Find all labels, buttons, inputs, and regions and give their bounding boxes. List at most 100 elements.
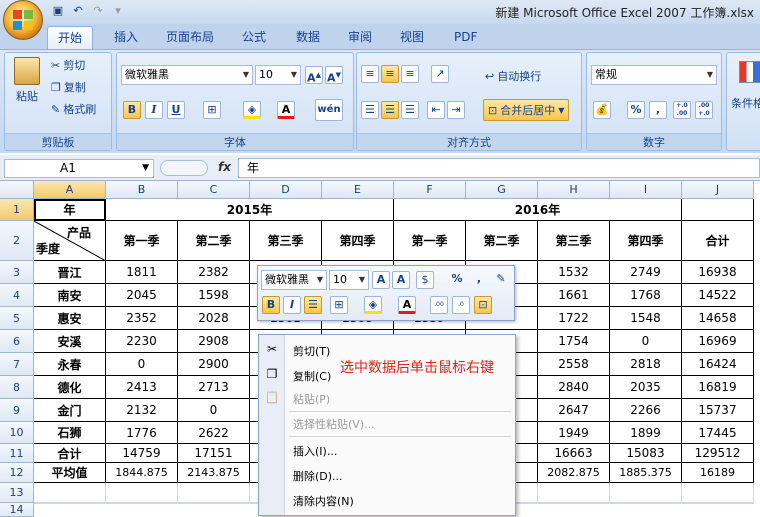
table-cell[interactable]: 2352 [106,307,178,330]
table-cell[interactable]: 1811 [106,261,178,284]
table-cell[interactable]: 1722 [538,307,610,330]
tab-2[interactable]: 页面布局 [156,26,224,49]
table-cell[interactable]: 石狮 [34,422,106,444]
align-center-icon[interactable]: ☰ [381,101,399,119]
table-cell[interactable]: 2818 [610,353,682,376]
align-top-icon[interactable]: ≡ [361,65,379,83]
font-color-icon[interactable]: A [277,101,295,119]
table-cell[interactable]: 2749 [610,261,682,284]
empty-cell[interactable] [610,483,682,503]
table-cell[interactable]: 平均值 [34,463,106,483]
row-header[interactable]: 14 [0,503,34,517]
table-cell[interactable]: 17151 [178,444,250,463]
redo-icon[interactable]: ↷ [90,3,106,19]
column-header[interactable]: C [178,181,250,199]
decrease-indent-icon[interactable]: ⇤ [427,101,445,119]
increase-indent-icon[interactable]: ⇥ [447,101,465,119]
table-cell[interactable]: 16819 [682,376,754,399]
mini-percent-button[interactable]: % [448,271,466,289]
table-cell[interactable]: 2840 [538,376,610,399]
empty-cell[interactable] [538,503,610,504]
number-format-select[interactable]: 常规 ▼ [591,65,717,85]
column-header[interactable]: D [250,181,322,199]
insert-function-icon[interactable]: fx [218,160,231,174]
table-cell[interactable]: 2713 [178,376,250,399]
align-right-icon[interactable]: ☰ [401,101,419,119]
format-painter-button[interactable]: ✎ 格式刷 [51,101,96,117]
table-cell[interactable]: 0 [106,353,178,376]
table-cell[interactable]: 2143.875 [178,463,250,483]
table-cell[interactable]: 晋江 [34,261,106,284]
table-cell[interactable]: 1949 [538,422,610,444]
table-cell[interactable]: 1776 [106,422,178,444]
table-cell[interactable]: 南安 [34,284,106,307]
save-icon[interactable]: ▣ [50,3,66,19]
cell-year-2015[interactable]: 2015年 [106,199,394,221]
column-header[interactable]: I [610,181,682,199]
align-middle-icon[interactable]: ≡ [381,65,399,83]
table-cell[interactable]: 1548 [610,307,682,330]
column-header[interactable]: A [34,181,106,199]
row-header[interactable]: 7 [0,353,34,376]
cell-year-2016[interactable]: 2016年 [394,199,682,221]
italic-button[interactable]: I [145,101,163,119]
formula-bar-resizer[interactable] [160,160,208,176]
cell-j1[interactable] [682,199,754,221]
cell-quarter-header[interactable]: 第二季 [466,221,538,261]
table-cell[interactable]: 2028 [178,307,250,330]
context-menu-item[interactable]: 选择性粘贴(V)... [293,416,375,432]
empty-cell[interactable] [106,483,178,503]
table-cell[interactable]: 16938 [682,261,754,284]
row-header[interactable]: 11 [0,444,34,463]
border-icon[interactable]: ⊞ [203,101,221,119]
row-header[interactable]: 13 [0,483,34,503]
row-header[interactable]: 5 [0,307,34,330]
fill-color-icon[interactable]: ◈ [364,296,382,314]
table-cell[interactable]: 2035 [610,376,682,399]
column-header[interactable]: F [394,181,466,199]
empty-cell[interactable] [682,503,754,504]
increase-decimal-icon[interactable]: +.0 .00 [673,101,691,119]
row-header[interactable]: 3 [0,261,34,284]
orientation-icon[interactable]: ↗ [431,65,449,83]
table-cell[interactable]: 2900 [178,353,250,376]
cell-quarter-header[interactable]: 第四季 [610,221,682,261]
table-cell[interactable]: 合计 [34,444,106,463]
cell-quarter-header[interactable]: 第一季 [394,221,466,261]
table-cell[interactable]: 1885.375 [610,463,682,483]
currency-icon[interactable]: 💰 [593,101,611,119]
grow-font-icon[interactable]: A [372,271,390,289]
empty-cell[interactable] [178,503,250,504]
fill-color-icon[interactable]: ◈ [243,101,261,119]
mini-size-select[interactable]: 10 ▼ [329,270,369,290]
table-cell[interactable]: 16424 [682,353,754,376]
row-header[interactable]: 12 [0,463,34,483]
table-cell[interactable]: 17445 [682,422,754,444]
row-header[interactable]: 10 [0,422,34,444]
column-header[interactable]: H [538,181,610,199]
shrink-font-icon[interactable]: A [392,271,410,289]
align-bottom-icon[interactable]: ≡ [401,65,419,83]
table-cell[interactable]: 2230 [106,330,178,353]
column-header[interactable]: B [106,181,178,199]
context-menu-item[interactable]: 插入(I)... [293,443,337,459]
table-cell[interactable]: 2382 [178,261,250,284]
mini-italic-button[interactable]: I [283,296,301,314]
table-cell[interactable]: 14522 [682,284,754,307]
table-cell[interactable]: 14759 [106,444,178,463]
formula-input[interactable]: 年 [238,158,760,178]
bold-button[interactable]: B [123,101,141,119]
border-icon[interactable]: ⊞ [330,296,348,314]
table-cell[interactable]: 2045 [106,284,178,307]
tab-5[interactable]: 审阅 [338,26,382,49]
cell-total-header[interactable]: 合计 [682,221,754,261]
decrease-decimal-icon[interactable]: .0 [452,296,470,314]
undo-icon[interactable]: ↶ [70,3,86,19]
tab-7[interactable]: PDF [444,26,487,49]
mini-center-icon[interactable]: ☰ [304,296,322,314]
table-cell[interactable]: 129512 [682,444,754,463]
tab-0[interactable]: 开始 [47,26,94,49]
tab-4[interactable]: 数据 [286,26,330,49]
empty-cell[interactable] [178,483,250,503]
table-cell[interactable]: 0 [610,330,682,353]
